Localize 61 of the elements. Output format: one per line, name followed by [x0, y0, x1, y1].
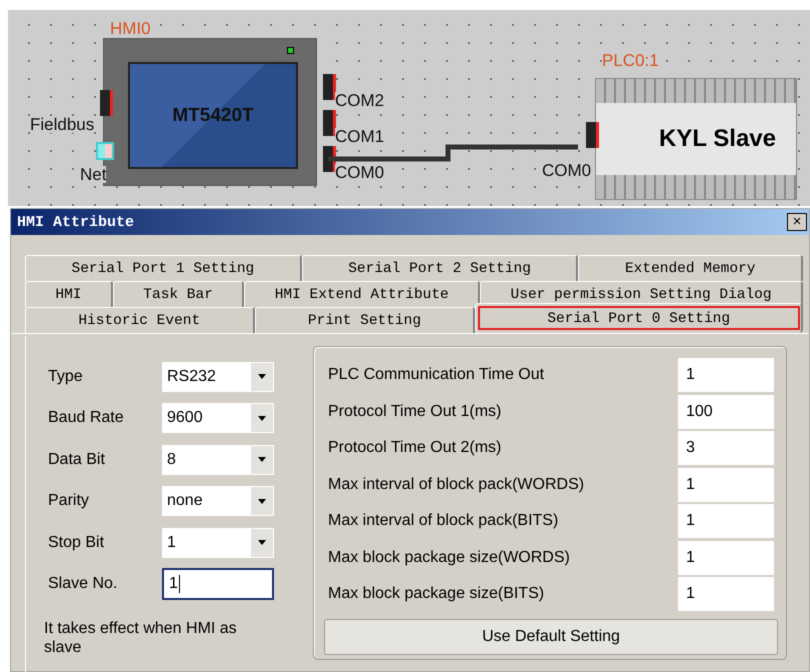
input-field[interactable]: 1 — [162, 568, 274, 600]
field-label: Stop Bit — [48, 534, 106, 552]
port-label: COM2 — [335, 92, 384, 109]
field-label: Parity — [48, 492, 90, 510]
caret-icon — [258, 374, 266, 380]
caret-icon — [258, 498, 266, 504]
note-text: It takes effect when HMI as slave — [44, 619, 238, 658]
field-label: Protocol Time Out 2(ms) — [328, 439, 502, 458]
dropdown[interactable]: 9600 — [162, 403, 274, 434]
input-field[interactable]: 100 — [678, 394, 774, 429]
dropdown[interactable]: 1 — [162, 528, 274, 558]
dropdown[interactable]: 8 — [162, 444, 274, 475]
port-label: Net — [80, 166, 106, 183]
tab[interactable]: Serial Port 1 Setting — [25, 255, 302, 281]
field-label: Data Bit — [48, 450, 106, 469]
tab[interactable]: Serial Port 2 Setting — [302, 255, 578, 281]
hmi-model-label: MT5420T — [172, 104, 254, 126]
tab[interactable]: Historic Event — [25, 307, 255, 333]
input-field[interactable]: 3 — [678, 431, 774, 466]
field-label: PLC Communication Time Out — [328, 366, 544, 384]
connector-icon — [323, 74, 336, 100]
field-label: Type — [48, 368, 84, 386]
connector-icon — [323, 110, 336, 136]
device-name: PLC0:1 — [602, 52, 659, 69]
input-field[interactable]: 1 — [678, 577, 774, 612]
plc-label: KYL Slave — [659, 125, 776, 153]
field-label: Protocol Time Out 1(ms) — [328, 402, 502, 421]
dropdown[interactable]: none — [162, 486, 274, 516]
tab[interactable]: Task Bar — [112, 281, 244, 307]
field-label: Max interval of block pack(BITS) — [328, 512, 558, 530]
default-button[interactable]: Use Default Setting — [324, 618, 778, 654]
tab[interactable]: HMI Extend Attribute — [244, 281, 480, 307]
input-field[interactable]: 1 — [678, 540, 774, 575]
dropdown[interactable]: RS232 — [162, 362, 274, 392]
tab[interactable]: Serial Port 0 Setting — [475, 303, 803, 333]
port-label: COM1 — [335, 128, 384, 145]
field-label: Slave No. — [48, 575, 118, 594]
caret-icon — [258, 457, 266, 462]
input-field[interactable]: 1 — [678, 468, 774, 502]
port-label: COM0 — [335, 164, 384, 181]
device-name: HMI0 — [110, 20, 151, 37]
tab[interactable]: Print Setting — [254, 307, 476, 333]
close-button[interactable]: × — [787, 213, 807, 231]
field-label: Max interval of block pack(WORDS) — [328, 476, 584, 494]
network-icon — [96, 142, 114, 160]
field-label: Max block package size(WORDS) — [328, 548, 570, 567]
plc-drawing[interactable]: KYL Slave — [595, 78, 797, 200]
field-label: Baud Rate — [48, 409, 125, 428]
tab[interactable]: HMI — [25, 281, 113, 307]
caret-icon — [258, 540, 266, 546]
port-label: Fieldbus — [30, 116, 94, 133]
caret-icon — [258, 416, 266, 421]
port-label: COM0 — [542, 162, 592, 179]
input-field[interactable]: 1 — [678, 504, 774, 538]
window-title: HMI Attribute — [17, 214, 134, 230]
connector-icon — [100, 90, 113, 116]
tab[interactable]: Extended Memory — [578, 255, 803, 281]
status-led-icon — [287, 47, 294, 54]
connector-icon — [586, 122, 599, 148]
input-field[interactable]: 1 — [678, 358, 774, 392]
field-label: Max block package size(BITS) — [328, 585, 544, 604]
